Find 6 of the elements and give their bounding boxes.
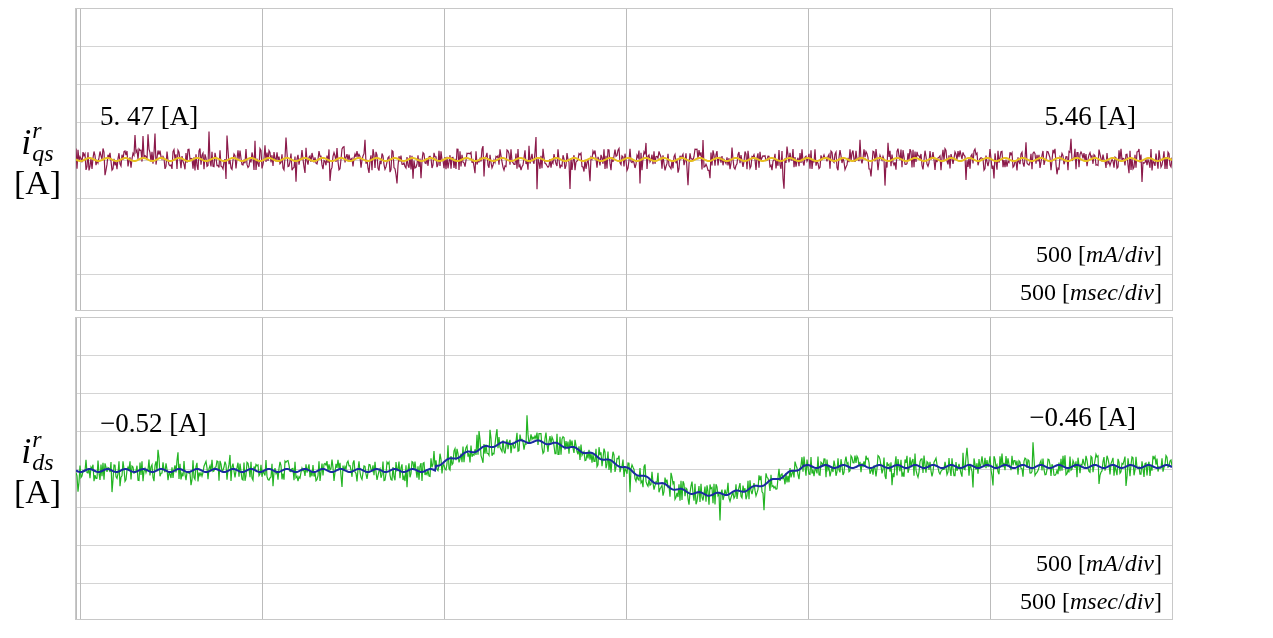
value-label: 5. 47 [A] — [100, 101, 199, 132]
axis-unit: [A] — [13, 475, 62, 510]
value-label: −0.46 [A] — [1029, 402, 1136, 433]
value-label: 5.46 [A] — [1044, 101, 1136, 132]
value-label: −0.52 [A] — [100, 408, 207, 439]
axis-unit: [A] — [13, 166, 62, 201]
